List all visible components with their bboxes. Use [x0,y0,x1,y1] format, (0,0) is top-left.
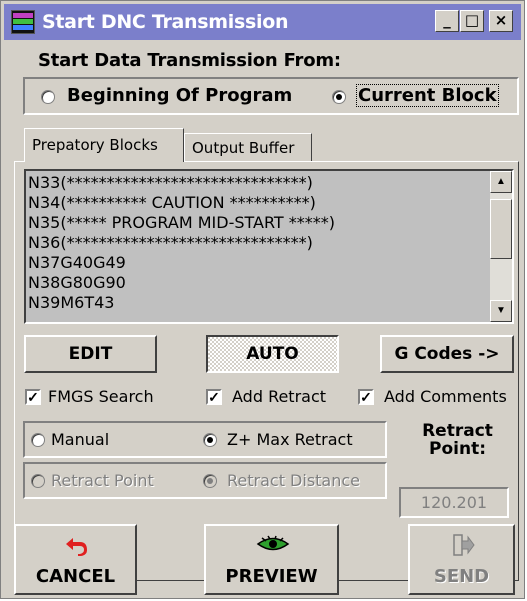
add-retract-checkbox[interactable]: ✓ [206,389,222,405]
add-comments-checkbox[interactable]: ✓ [358,389,374,405]
retract-mode-group: Manual Z+ Max Retract [23,421,387,458]
tab-output-buffer[interactable]: Output Buffer [184,133,312,162]
preview-button[interactable]: PREVIEW [204,524,339,595]
edit-button[interactable]: EDIT [24,335,157,373]
prepatory-blocks-list[interactable]: N33(******************************) N34(… [24,169,514,324]
fmgs-search-label[interactable]: FMGS Search [48,387,154,406]
retract-point-radio[interactable] [31,474,45,488]
retract-point-option-label[interactable]: Retract Point [51,471,154,490]
retract-distance-radio[interactable] [203,474,217,488]
z-max-retract-radio[interactable] [203,433,217,447]
retract-type-group: Retract Point Retract Distance [23,462,387,499]
scroll-up-icon[interactable]: ▲ [490,171,512,193]
scroll-thumb[interactable] [490,199,512,259]
beginning-of-program-label[interactable]: Beginning Of Program [67,85,292,106]
beginning-of-program-radio[interactable] [41,90,55,104]
send-document-icon [453,534,475,556]
send-label: SEND [433,566,490,587]
current-block-radio[interactable] [332,90,346,104]
dnc-dialog: Start DNC Transmission _ □ × Start Data … [0,0,525,599]
tab-prepatory-blocks[interactable]: Prepatory Blocks [24,128,184,162]
retract-distance-option-label[interactable]: Retract Distance [227,471,360,490]
retract-point-field[interactable]: 120.201 [399,487,509,518]
list-item[interactable]: N34(********** CAUTION **********) [28,193,335,213]
list-item[interactable]: N37G40G49 [28,253,335,273]
manual-radio[interactable] [31,433,45,447]
list-item[interactable]: N39M6T43 [28,293,335,313]
fmgs-search-checkbox[interactable]: ✓ [25,389,41,405]
title-bar[interactable]: Start DNC Transmission _ □ × [4,4,521,40]
cancel-button[interactable]: CANCEL [14,524,137,595]
manual-label[interactable]: Manual [51,430,109,449]
add-retract-label[interactable]: Add Retract [232,387,326,406]
list-item[interactable]: N38G80G90 [28,273,335,293]
maximize-button[interactable]: □ [460,10,484,32]
current-block-label[interactable]: Current Block [356,84,499,107]
minimize-button[interactable]: _ [435,10,459,32]
preview-label: PREVIEW [225,566,318,587]
retract-point-label: Retract Point: [422,421,493,459]
vertical-scrollbar[interactable]: ▲ ▼ [490,171,512,322]
g-codes-button[interactable]: G Codes -> [380,335,514,373]
undo-arrow-icon [66,538,87,556]
start-from-heading: Start Data Transmission From: [38,50,341,71]
window-title: Start DNC Transmission [42,11,289,33]
list-item[interactable]: N33(******************************) [28,173,335,193]
z-max-retract-label[interactable]: Z+ Max Retract [227,430,353,449]
start-from-group: Beginning Of Program Current Block [23,77,519,115]
add-comments-label[interactable]: Add Comments [384,387,507,406]
list-item[interactable]: N35(***** PROGRAM MID-START *****) [28,213,335,233]
send-button[interactable]: SEND [408,524,515,595]
app-icon [11,10,35,34]
eye-icon [256,535,290,551]
close-button[interactable]: × [489,10,513,32]
cancel-label: CANCEL [35,566,116,587]
auto-button[interactable]: AUTO [206,335,339,373]
scroll-down-icon[interactable]: ▼ [490,300,512,322]
list-item[interactable]: N36(******************************) [28,233,335,253]
